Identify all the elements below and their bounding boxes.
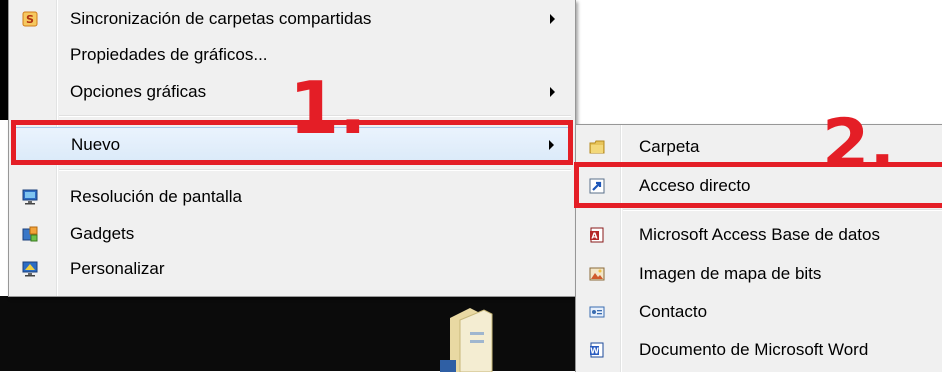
submenu-item-word-document[interactable]: W Documento de Microsoft Word	[578, 333, 941, 367]
submenu-item-bitmap-image[interactable]: Imagen de mapa de bits	[578, 257, 941, 291]
menu-item-label: Microsoft Access Base de datos	[639, 225, 880, 244]
submenu-item-access-database[interactable]: A Microsoft Access Base de datos	[578, 218, 941, 252]
menu-item-label: Documento de Microsoft Word	[639, 340, 869, 359]
svg-text:W: W	[590, 347, 599, 356]
svg-text:S: S	[26, 13, 34, 26]
submenu-arrow-icon	[550, 14, 555, 24]
menu-separator	[59, 169, 571, 171]
gadgets-icon	[22, 226, 38, 242]
submenu-item-contact[interactable]: Contacto	[578, 295, 941, 329]
menu-item-label: Personalizar	[70, 259, 165, 278]
desktop-file-icon	[440, 308, 493, 372]
menu-item-screen-resolution[interactable]: Resolución de pantalla	[11, 180, 573, 214]
personalize-icon	[22, 261, 38, 277]
svg-text:A: A	[591, 232, 598, 241]
menu-item-label: Gadgets	[70, 224, 135, 243]
menu-item-label: Propiedades de gráficos...	[70, 45, 268, 64]
menu-item-label: Opciones gráficas	[70, 82, 207, 101]
bitmap-image-icon	[589, 267, 605, 281]
sync-share-icon: S	[22, 11, 38, 27]
menu-item-gadgets[interactable]: Gadgets	[11, 217, 573, 251]
menu-item-label: Resolución de pantalla	[70, 187, 243, 206]
submenu-arrow-icon	[550, 87, 555, 97]
menu-item-label: Contacto	[639, 302, 708, 321]
contact-icon	[589, 306, 605, 318]
word-document-icon: W	[590, 342, 604, 358]
screen-resolution-icon	[22, 189, 38, 205]
annotation-label-step-2: 2.	[822, 105, 896, 184]
menu-item-label: Imagen de mapa de bits	[639, 264, 822, 283]
menu-item-personalize[interactable]: Personalizar	[11, 252, 573, 286]
annotation-label-step-1: 1.	[289, 66, 367, 150]
menu-item-sync-shared-folders[interactable]: S Sincronización de carpetas compartidas	[11, 2, 573, 36]
menu-separator	[623, 209, 942, 211]
menu-item-label: Sincronización de carpetas compartidas	[70, 9, 372, 28]
folder-icon	[589, 140, 605, 154]
menu-item-label: Carpeta	[639, 137, 700, 156]
access-database-icon: A	[590, 227, 604, 243]
